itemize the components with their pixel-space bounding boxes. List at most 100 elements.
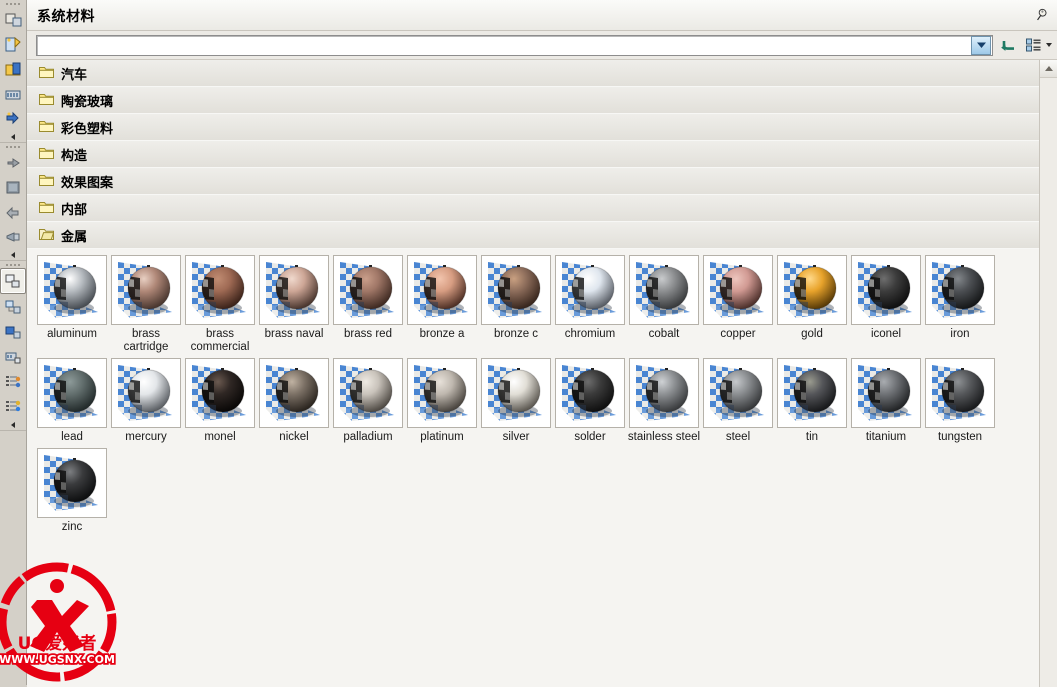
- chevron-down-icon[interactable]: [971, 35, 991, 55]
- search-input[interactable]: [37, 36, 971, 54]
- material-item[interactable]: lead: [35, 358, 109, 444]
- material-thumbnail[interactable]: [925, 255, 995, 325]
- toolbar-overflow-icon[interactable]: [0, 250, 26, 259]
- material-label: brass cartridge: [123, 328, 169, 353]
- material-item[interactable]: brass red: [331, 255, 405, 354]
- material-item[interactable]: titanium: [849, 358, 923, 444]
- material-item[interactable]: solder: [553, 358, 627, 444]
- folder-row[interactable]: 内部: [27, 195, 1040, 222]
- material-thumbnail[interactable]: [407, 358, 477, 428]
- left-toolbar-rail: [0, 0, 27, 685]
- material-item[interactable]: cobalt: [627, 255, 701, 354]
- material-item[interactable]: brass cartridge: [109, 255, 183, 354]
- material-thumbnail[interactable]: [111, 255, 181, 325]
- material-item[interactable]: iron: [923, 255, 997, 354]
- material-thumbnail[interactable]: [629, 255, 699, 325]
- folder-row[interactable]: 构造: [27, 141, 1040, 168]
- toolbar-drag-handle[interactable]: [0, 261, 26, 268]
- material-item[interactable]: palladium: [331, 358, 405, 444]
- material-item[interactable]: monel: [183, 358, 257, 444]
- material-thumbnail[interactable]: [37, 255, 107, 325]
- material-item[interactable]: silver: [479, 358, 553, 444]
- material-thumbnail[interactable]: [259, 358, 329, 428]
- folder-row[interactable]: 彩色塑料: [27, 114, 1040, 141]
- folder-label: 彩色塑料: [61, 121, 114, 137]
- material-item[interactable]: bronze a: [405, 255, 479, 354]
- material-item[interactable]: bronze c: [479, 255, 553, 354]
- material-thumbnail[interactable]: [185, 255, 255, 325]
- material-thumbnail[interactable]: [777, 255, 847, 325]
- material-label: brass commercial: [190, 328, 250, 353]
- caret-down-icon[interactable]: [1044, 43, 1053, 47]
- new-material-icon[interactable]: [1, 57, 25, 81]
- constraint-navigator-icon[interactable]: [1, 320, 25, 344]
- material-thumbnail[interactable]: [703, 255, 773, 325]
- material-thumbnail[interactable]: [333, 358, 403, 428]
- apply-material-icon[interactable]: [1, 107, 25, 131]
- material-thumbnail[interactable]: [407, 255, 477, 325]
- spotlight-icon[interactable]: [1, 225, 25, 249]
- toolbar-drag-handle[interactable]: [0, 0, 26, 7]
- material-thumbnail[interactable]: [185, 358, 255, 428]
- material-item[interactable]: stainless steel: [627, 358, 701, 444]
- material-thumbnail[interactable]: [481, 358, 551, 428]
- pushpin-icon[interactable]: [1031, 5, 1051, 25]
- material-item[interactable]: platinum: [405, 358, 479, 444]
- assembly-navigator-icon[interactable]: [1, 295, 25, 319]
- flip-arrows-icon[interactable]: [1, 200, 25, 224]
- history-list-icon[interactable]: [1, 370, 25, 394]
- material-item[interactable]: iconel: [849, 255, 923, 354]
- scroll-up-arrow-icon[interactable]: [1040, 60, 1057, 78]
- folder-row[interactable]: 金属: [27, 222, 1040, 249]
- reuse-library-icon[interactable]: [1, 345, 25, 369]
- material-item[interactable]: tungsten: [923, 358, 997, 444]
- search-field-wrapper[interactable]: [36, 34, 993, 56]
- material-thumbnail[interactable]: [777, 358, 847, 428]
- material-thumbnail[interactable]: [111, 358, 181, 428]
- folder-row[interactable]: 汽车: [27, 60, 1040, 87]
- folder-icon: [39, 119, 54, 135]
- material-item[interactable]: copper: [701, 255, 775, 354]
- folder-icon: [39, 200, 54, 216]
- material-label: silver: [502, 431, 530, 443]
- folder-row[interactable]: 陶瓷玻璃: [27, 87, 1040, 114]
- material-library-icon[interactable]: [1, 82, 25, 106]
- material-thumbnail[interactable]: [333, 255, 403, 325]
- edit-material-icon[interactable]: [1, 32, 25, 56]
- material-item[interactable]: nickel: [257, 358, 331, 444]
- folder-row[interactable]: 效果图案: [27, 168, 1040, 195]
- assign-material-icon[interactable]: [1, 7, 25, 31]
- material-item[interactable]: mercury: [109, 358, 183, 444]
- material-thumbnail[interactable]: [555, 358, 625, 428]
- texture-swatch-icon[interactable]: [1, 175, 25, 199]
- material-thumbnail[interactable]: [37, 358, 107, 428]
- list-view-icon[interactable]: [1022, 35, 1044, 56]
- material-item[interactable]: steel: [701, 358, 775, 444]
- material-thumbnail[interactable]: [259, 255, 329, 325]
- material-thumbnail[interactable]: [555, 255, 625, 325]
- material-grid: aluminum brass cartridge brass commercia…: [27, 249, 1040, 538]
- material-thumbnail[interactable]: [925, 358, 995, 428]
- material-item[interactable]: zinc: [35, 448, 109, 534]
- material-item[interactable]: aluminum: [35, 255, 109, 354]
- material-thumbnail[interactable]: [481, 255, 551, 325]
- pointer-hand-icon[interactable]: [1, 150, 25, 174]
- material-thumbnail[interactable]: [851, 358, 921, 428]
- toolbar-overflow-icon[interactable]: [0, 420, 26, 429]
- material-item[interactable]: brass commercial: [183, 255, 257, 354]
- toolbar-drag-handle[interactable]: [0, 143, 26, 150]
- material-thumbnail[interactable]: [629, 358, 699, 428]
- toolbar-overflow-icon[interactable]: [0, 132, 26, 141]
- role-list-icon[interactable]: [1, 395, 25, 419]
- undo-arrow-icon[interactable]: [998, 35, 1020, 56]
- material-item[interactable]: chromium: [553, 255, 627, 354]
- material-thumbnail[interactable]: [851, 255, 921, 325]
- material-item[interactable]: gold: [775, 255, 849, 354]
- vertical-scrollbar[interactable]: [1039, 60, 1057, 687]
- material-item[interactable]: brass naval: [257, 255, 331, 354]
- material-item[interactable]: tin: [775, 358, 849, 444]
- materials-content-area: 汽车 陶瓷玻璃 彩色塑料 构造 效果图案 内部 金属 aluminum bras…: [27, 60, 1057, 687]
- material-thumbnail[interactable]: [703, 358, 773, 428]
- material-thumbnail[interactable]: [37, 448, 107, 518]
- part-navigator-icon[interactable]: [0, 268, 26, 294]
